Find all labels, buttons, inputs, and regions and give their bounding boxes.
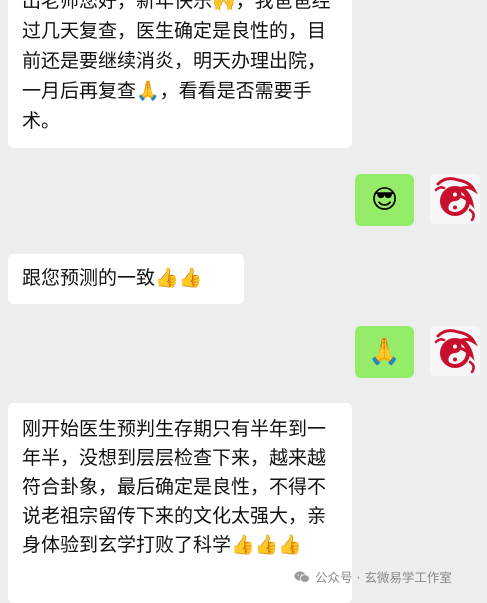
- message-text: 出老师您好，新年快乐🙌，我爸爸经过几天复查，医生确定是良性的，目前还是要继续消炎…: [22, 0, 331, 132]
- message-bubble-received[interactable]: 跟您预测的一致👍👍: [8, 254, 244, 304]
- message-bubble-sent[interactable]: 😎: [355, 174, 414, 226]
- message-bubble-sent[interactable]: 🙏: [355, 326, 414, 378]
- cool-face-emoji: 😎: [370, 185, 399, 215]
- avatar[interactable]: [430, 326, 480, 376]
- watermark-label: 公众号 · 玄微易学工作室: [315, 570, 452, 585]
- watermark: 公众号 · 玄微易学工作室: [294, 567, 452, 586]
- message-text: 刚开始医生预判生存期只有半年到一年半，没想到层层检查下来，越来越符合卦象，最后确…: [22, 418, 327, 556]
- dragon-yin-yang-icon: [430, 326, 480, 376]
- avatar[interactable]: [430, 174, 480, 224]
- wechat-icon: [294, 570, 310, 583]
- dragon-yin-yang-icon: [430, 174, 480, 224]
- message-bubble-received[interactable]: 出老师您好，新年快乐🙌，我爸爸经过几天复查，医生确定是良性的，目前还是要继续消炎…: [8, 0, 352, 148]
- message-text: 跟您预测的一致👍👍: [22, 267, 203, 289]
- folded-hands-emoji: 🙏: [368, 337, 401, 367]
